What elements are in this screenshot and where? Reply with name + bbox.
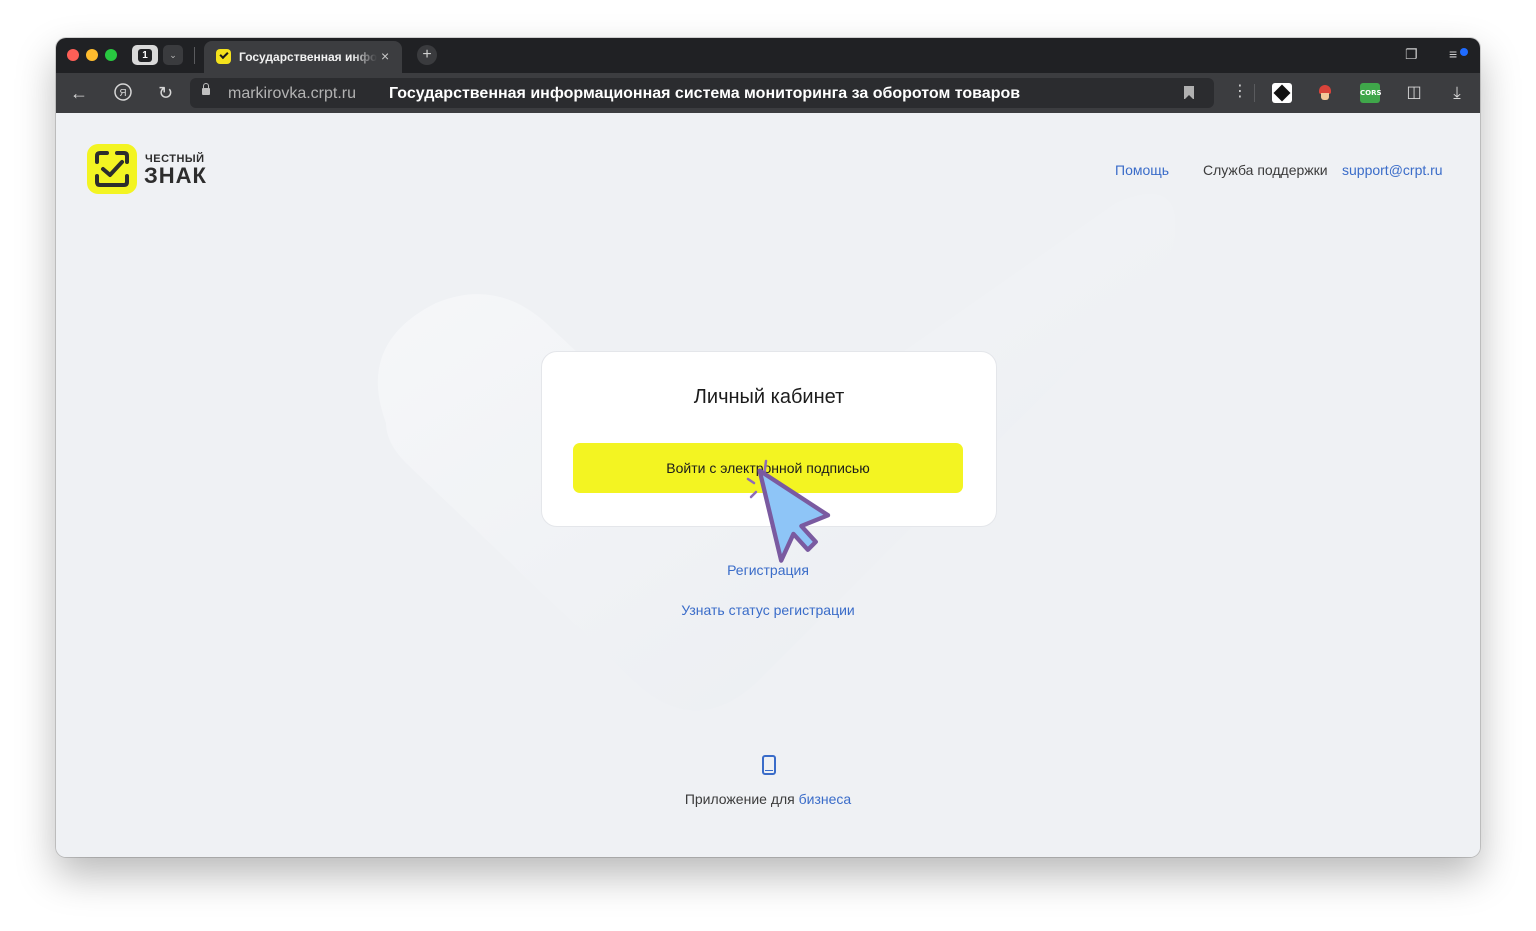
extension-cors-icon[interactable]: CORS xyxy=(1360,83,1382,103)
toolbar-separator xyxy=(1254,84,1255,102)
support-email-link[interactable]: support@crpt.ru xyxy=(1342,162,1443,178)
more-menu-icon[interactable]: ⋮ xyxy=(1232,81,1248,101)
download-icon[interactable]: ⤓ xyxy=(1447,83,1467,103)
browser-window: 1 ⌄ Государственная информационная систе… xyxy=(56,38,1480,857)
notification-dot-icon xyxy=(1460,48,1468,56)
back-button[interactable]: ← xyxy=(70,83,88,103)
minimize-window-button[interactable] xyxy=(86,49,98,61)
maximize-window-button[interactable] xyxy=(105,49,117,61)
close-window-button[interactable] xyxy=(67,49,79,61)
click-cursor-icon xyxy=(746,459,831,563)
app-prefix-text: Приложение для xyxy=(684,791,795,807)
tab-counter-button[interactable]: 1 xyxy=(132,45,158,65)
menu-lines-icon[interactable]: ≡ xyxy=(1449,46,1457,62)
page-content: ЧЕСТНЫЙ ЗНАК Помощь Служба поддержки sup… xyxy=(56,113,1480,857)
extension-avatar-icon[interactable] xyxy=(1315,83,1335,103)
reload-button[interactable]: ↻ xyxy=(158,83,173,103)
tab-list-chevron-icon[interactable]: ⌄ xyxy=(163,45,183,65)
favicon-icon xyxy=(216,49,231,64)
extension-diamond-icon[interactable] xyxy=(1272,83,1292,103)
support-label: Служба поддержки xyxy=(1203,162,1328,178)
collections-icon[interactable]: ❐ xyxy=(1405,46,1418,63)
yandex-letter: Я xyxy=(119,88,126,99)
bookmark-icon[interactable] xyxy=(1184,86,1194,100)
chestny-znak-logo xyxy=(87,144,137,194)
yandex-icon: Я xyxy=(114,83,132,101)
yandex-button[interactable]: Я xyxy=(113,82,133,106)
address-bar[interactable]: markirovka.crpt.ru Государственная инфор… xyxy=(190,78,1214,108)
tab-active[interactable]: Государственная информационная система м… xyxy=(204,41,402,73)
url-page-title: Государственная информационная система м… xyxy=(389,85,1021,102)
mobile-phone-icon xyxy=(762,755,776,775)
tab-title: Государственная информационная система м… xyxy=(239,50,377,64)
registration-status-link[interactable]: Узнать статус регистрации xyxy=(56,602,1480,618)
business-app-line: Приложение для бизнеса xyxy=(56,791,1480,807)
business-app-link[interactable]: бизнеса xyxy=(799,791,852,807)
card-title: Личный кабинет xyxy=(693,386,845,408)
new-tab-button[interactable]: + xyxy=(417,45,437,65)
toolbar: ← Я ↻ markirovka.crpt.ru Государственная… xyxy=(56,73,1480,113)
tab-strip: 1 ⌄ Государственная информационная систе… xyxy=(56,38,1480,73)
help-link[interactable]: Помощь xyxy=(1115,162,1169,178)
tab-count: 1 xyxy=(138,48,152,62)
lock-icon xyxy=(202,83,210,95)
tab-separator xyxy=(194,47,195,64)
tab-close-icon[interactable]: × xyxy=(381,48,389,64)
extension-puzzle-icon[interactable]: ◫ xyxy=(1404,83,1424,103)
url-domain: markirovka.crpt.ru xyxy=(228,85,357,102)
logo-text-big: ЗНАК xyxy=(144,163,207,188)
